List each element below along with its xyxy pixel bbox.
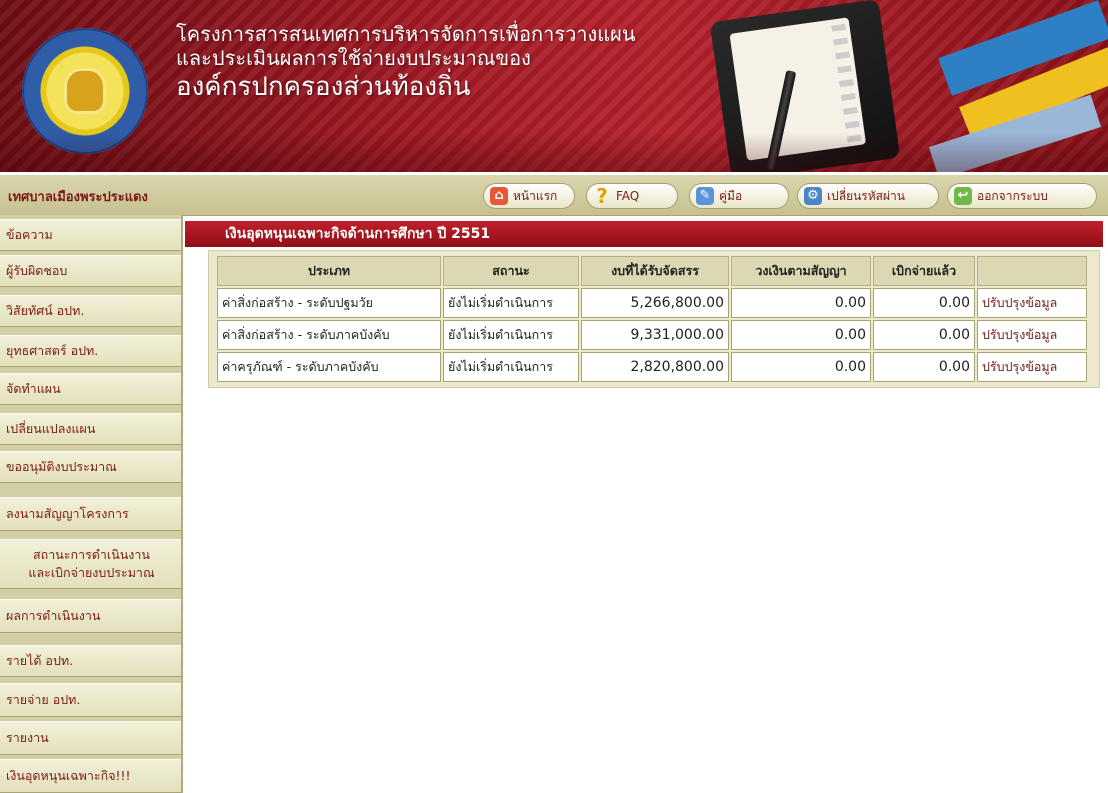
question-icon: ? xyxy=(596,184,608,208)
sidebar-item-label: ยุทธศาสตร์ อปท. xyxy=(6,343,99,358)
cell-paid: 0.00 xyxy=(873,320,975,350)
update-data-link[interactable]: ปรับปรุงข้อมูล xyxy=(977,320,1087,350)
cell-contract: 0.00 xyxy=(731,288,871,318)
logout-button[interactable]: ↩ ออกจากระบบ xyxy=(947,183,1097,209)
column-header-status: สถานะ xyxy=(443,256,579,286)
sidebar-menu: ข้อความ ผู้รับผิดชอบ วิสัยทัศน์ อปท. ยุท… xyxy=(0,215,183,793)
sidebar-item-label: รายได้ อปท. xyxy=(6,653,74,668)
cell-paid: 0.00 xyxy=(873,288,975,318)
update-data-link[interactable]: ปรับปรุงข้อมูล xyxy=(977,352,1087,382)
table-row: ค่าสิ่งก่อสร้าง - ระดับปฐมวัย ยังไม่เริ่… xyxy=(217,288,1087,318)
table-header-row: ประเภท สถานะ งบที่ได้รับจัดสรร วงเงินตาม… xyxy=(217,256,1087,286)
cell-contract: 0.00 xyxy=(731,320,871,350)
cell-status: ยังไม่เริ่มดำเนินการ xyxy=(443,288,579,318)
logout-button-label: ออกจากระบบ xyxy=(977,188,1048,203)
sidebar-item-strategy[interactable]: ยุทธศาสตร์ อปท. xyxy=(0,335,181,367)
cell-allocated: 9,331,000.00 xyxy=(581,320,729,350)
sidebar-item-revenue[interactable]: รายได้ อปท. xyxy=(0,645,181,677)
table-row: ค่าสิ่งก่อสร้าง - ระดับภาคบังคับ ยังไม่เ… xyxy=(217,320,1087,350)
site-title-line-2: และประเมินผลการใช้จ่ายงบประมาณของ xyxy=(176,46,531,70)
sidebar-item-budget-approval[interactable]: ขออนุมัติงบประมาณ xyxy=(0,451,181,483)
cell-type: ค่าสิ่งก่อสร้าง - ระดับปฐมวัย xyxy=(217,288,441,318)
change-password-button-label: เปลี่ยนรหัสผ่าน xyxy=(827,188,905,203)
sidebar-item-change-plan[interactable]: เปลี่ยนแปลงแผน xyxy=(0,413,181,445)
sidebar-item-label: ขออนุมัติงบประมาณ xyxy=(6,459,117,474)
pen-icon: ✎ xyxy=(696,187,714,205)
home-icon: ⌂ xyxy=(490,187,508,205)
sidebar-item-label: เงินอุดหนุนเฉพาะกิจ!!! xyxy=(6,768,131,783)
sidebar-item-label-line-2: และเบิกจ่ายงบประมาณ xyxy=(28,565,155,580)
column-header-type: ประเภท xyxy=(217,256,441,286)
sidebar-item-special-grants[interactable]: เงินอุดหนุนเฉพาะกิจ!!! xyxy=(0,759,181,793)
sidebar-item-expenditure[interactable]: รายจ่าย อปท. xyxy=(0,683,181,717)
sidebar-item-sign-contract[interactable]: ลงนามสัญญาโครงการ xyxy=(0,497,181,531)
site-title: โครงการสารสนเทศการบริหารจัดการเพื่อการวา… xyxy=(176,22,636,104)
grants-table: ประเภท สถานะ งบที่ได้รับจัดสรร วงเงินตาม… xyxy=(215,254,1089,384)
sidebar-item-label: ลงนามสัญญาโครงการ xyxy=(6,506,129,521)
sidebar-item-label: ผู้รับผิดชอบ xyxy=(6,263,68,278)
header-banner: โครงการสารสนเทศการบริหารจัดการเพื่อการวา… xyxy=(0,0,1108,172)
update-data-link[interactable]: ปรับปรุงข้อมูล xyxy=(977,288,1087,318)
exit-icon: ↩ xyxy=(954,187,972,205)
sidebar-item-label: วิสัยทัศน์ อปท. xyxy=(6,303,85,318)
faq-button[interactable]: ? FAQ xyxy=(586,183,678,209)
sidebar-item-reports[interactable]: รายงาน xyxy=(0,721,181,755)
sidebar-item-label: รายงาน xyxy=(6,730,49,745)
sidebar-item-label: ข้อความ xyxy=(6,227,53,242)
sidebar-item-label: รายจ่าย อปท. xyxy=(6,692,81,707)
sidebar-item-label: สถานะการดำเนินงาน xyxy=(33,547,150,562)
cell-allocated: 5,266,800.00 xyxy=(581,288,729,318)
cell-status: ยังไม่เริ่มดำเนินการ xyxy=(443,320,579,350)
change-password-button[interactable]: ⚙ เปลี่ยนรหัสผ่าน xyxy=(797,183,939,209)
sidebar-item-label: ผลการดำเนินงาน xyxy=(6,608,101,623)
sidebar-item-status-disbursement[interactable]: สถานะการดำเนินงาน และเบิกจ่ายงบประมาณ xyxy=(0,539,181,589)
cell-allocated: 2,820,800.00 xyxy=(581,352,729,382)
home-button-label: หน้าแรก xyxy=(513,188,558,203)
column-header-contract: วงเงินตามสัญญา xyxy=(731,256,871,286)
cell-contract: 0.00 xyxy=(731,352,871,382)
sidebar-item-responsible[interactable]: ผู้รับผิดชอบ xyxy=(0,255,181,287)
table-row: ค่าครุภัณฑ์ - ระดับภาคบังคับ ยังไม่เริ่ม… xyxy=(217,352,1087,382)
wrench-icon: ⚙ xyxy=(804,187,822,205)
sidebar-item-results[interactable]: ผลการดำเนินงาน xyxy=(0,599,181,633)
manual-button[interactable]: ✎ คู่มือ xyxy=(689,183,789,209)
sidebar-item-messages[interactable]: ข้อความ xyxy=(0,219,181,251)
column-header-action xyxy=(977,256,1087,286)
grants-table-container: ประเภท สถานะ งบที่ได้รับจัดสรร วงเงินตาม… xyxy=(208,250,1100,388)
cell-status: ยังไม่เริ่มดำเนินการ xyxy=(443,352,579,382)
top-navigation-bar: เทศบาลเมืองพระประแดง ⌂ หน้าแรก ? FAQ ✎ ค… xyxy=(0,175,1108,216)
manual-button-label: คู่มือ xyxy=(719,188,743,203)
sidebar-item-label: จัดทำแผน xyxy=(6,381,61,396)
faq-button-label: FAQ xyxy=(616,189,640,203)
cell-paid: 0.00 xyxy=(873,352,975,382)
home-button[interactable]: ⌂ หน้าแรก xyxy=(483,183,575,209)
section-title: เงินอุดหนุนเฉพาะกิจด้านการศึกษา ปี 2551 xyxy=(185,221,1103,247)
organization-name: เทศบาลเมืองพระประแดง xyxy=(8,190,148,205)
cell-type: ค่าสิ่งก่อสร้าง - ระดับภาคบังคับ xyxy=(217,320,441,350)
sidebar-item-vision[interactable]: วิสัยทัศน์ อปท. xyxy=(0,295,181,327)
column-header-allocated: งบที่ได้รับจัดสรร xyxy=(581,256,729,286)
column-header-paid: เบิกจ่ายแล้ว xyxy=(873,256,975,286)
site-title-line-1: โครงการสารสนเทศการบริหารจัดการเพื่อการวา… xyxy=(176,22,636,46)
cell-type: ค่าครุภัณฑ์ - ระดับภาคบังคับ xyxy=(217,352,441,382)
site-title-line-3: องค์กรปกครองส่วนท้องถิ่น xyxy=(176,72,471,102)
sidebar-item-label: เปลี่ยนแปลงแผน xyxy=(6,421,96,436)
sidebar-item-make-plan[interactable]: จัดทำแผน xyxy=(0,373,181,405)
